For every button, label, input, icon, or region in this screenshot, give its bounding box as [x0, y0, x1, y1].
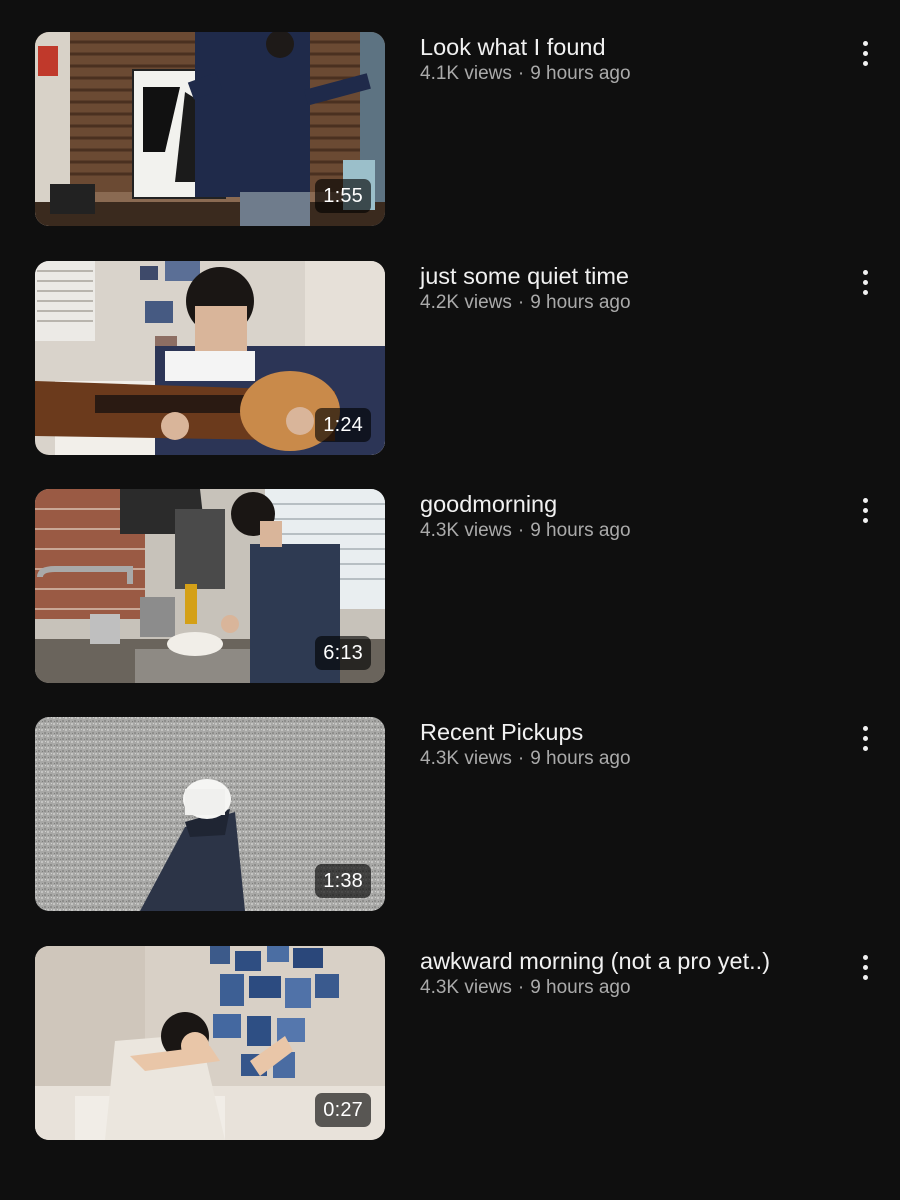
- more-vert-icon[interactable]: [850, 38, 880, 68]
- more-vert-icon[interactable]: [850, 267, 880, 297]
- upload-age: 9 hours ago: [530, 748, 631, 769]
- upload-age: 9 hours ago: [530, 63, 631, 84]
- duration-badge: 6:13: [315, 636, 371, 670]
- more-vert-icon[interactable]: [850, 495, 880, 525]
- upload-age: 9 hours ago: [530, 520, 631, 541]
- video-meta: just some quiet time 4.2K views · 9 hours …: [420, 261, 830, 315]
- video-thumbnail[interactable]: 1:55: [35, 32, 385, 226]
- video-item[interactable]: 1:55 Look what I found 4.1K views · 9 hour…: [0, 32, 900, 226]
- video-title[interactable]: Look what I found: [420, 32, 830, 62]
- video-title[interactable]: Recent Pickups: [420, 717, 830, 747]
- view-count: 4.2K views: [420, 292, 512, 313]
- video-stats: 4.3K views · 9 hours ago: [420, 747, 830, 771]
- view-count: 4.1K views: [420, 63, 512, 84]
- video-meta: goodmorning 4.3K views · 9 hours ago: [420, 489, 830, 543]
- more-vert-icon[interactable]: [850, 723, 880, 753]
- video-item[interactable]: 6:13 goodmorning 4.3K views · 9 hours ago: [0, 489, 900, 683]
- video-meta: Recent Pickups 4.3K views · 9 hours ago: [420, 717, 830, 771]
- view-count: 4.3K views: [420, 520, 512, 541]
- video-stats: 4.3K views · 9 hours ago: [420, 519, 830, 543]
- upload-age: 9 hours ago: [530, 977, 631, 998]
- duration-badge: 0:27: [315, 1093, 371, 1127]
- duration-badge: 1:24: [315, 408, 371, 442]
- video-thumbnail[interactable]: 1:38: [35, 717, 385, 911]
- video-stats: 4.1K views · 9 hours ago: [420, 62, 830, 86]
- video-thumbnail[interactable]: 1:24: [35, 261, 385, 455]
- video-stats: 4.3K views · 9 hours ago: [420, 976, 830, 1000]
- video-meta: awkward morning (not a pro yet..) 4.3K v…: [420, 946, 830, 1000]
- view-count: 4.3K views: [420, 977, 512, 998]
- video-item[interactable]: 1:24 just some quiet time 4.2K views · 9 h…: [0, 261, 900, 455]
- more-vert-icon[interactable]: [850, 952, 880, 982]
- separator-dot: ·: [517, 63, 525, 84]
- video-title[interactable]: just some quiet time: [420, 261, 830, 291]
- video-thumbnail[interactable]: 0:27: [35, 946, 385, 1140]
- video-stats: 4.2K views · 9 hours ago: [420, 291, 830, 315]
- separator-dot: ·: [517, 748, 525, 769]
- video-meta: Look what I found 4.1K views · 9 hours ago: [420, 32, 830, 86]
- separator-dot: ·: [517, 292, 525, 313]
- view-count: 4.3K views: [420, 748, 512, 769]
- video-item[interactable]: 0:27 awkward morning (not a pro yet..) 4…: [0, 946, 900, 1140]
- upload-age: 9 hours ago: [530, 292, 631, 313]
- duration-badge: 1:55: [315, 179, 371, 213]
- duration-badge: 1:38: [315, 864, 371, 898]
- video-title[interactable]: awkward morning (not a pro yet..): [420, 946, 830, 976]
- video-title[interactable]: goodmorning: [420, 489, 830, 519]
- video-item[interactable]: 1:38 Recent Pickups 4.3K views · 9 hours a…: [0, 717, 900, 911]
- separator-dot: ·: [517, 520, 525, 541]
- video-thumbnail[interactable]: 6:13: [35, 489, 385, 683]
- video-list: 1:55 Look what I found 4.1K views · 9 hour…: [0, 0, 900, 1200]
- separator-dot: ·: [517, 977, 525, 998]
